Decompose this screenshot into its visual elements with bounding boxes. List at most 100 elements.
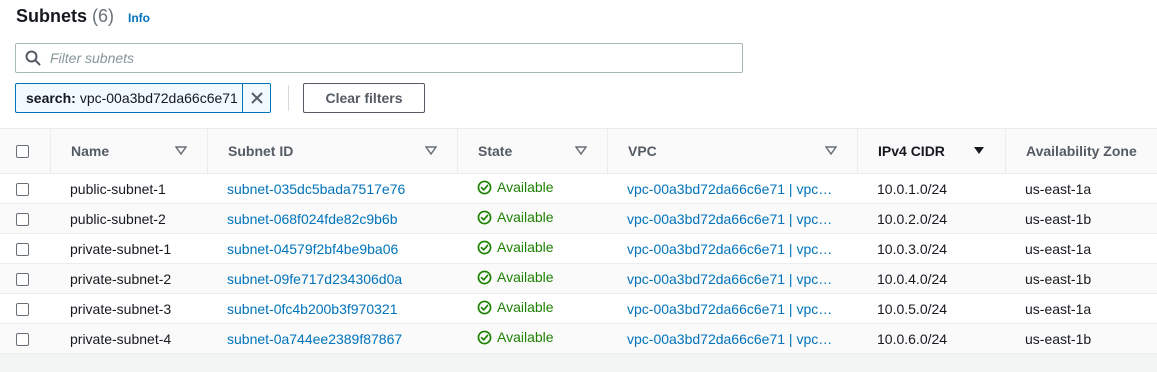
cell-availability-zone: us-east-1a: [1025, 180, 1092, 197]
check-circle-icon: [477, 300, 492, 315]
row-select-cell: [0, 264, 50, 294]
subnet-id-link[interactable]: subnet-09fe717d234306d0a: [227, 271, 402, 287]
subnets-table: Name Subnet ID State VPC IPv4 CIDR Avail…: [0, 128, 1157, 354]
status-label: Available: [497, 329, 554, 346]
column-label: Name: [71, 143, 110, 159]
filter-token-key: search:: [26, 90, 76, 106]
check-circle-icon: [477, 270, 492, 285]
remove-filter-button[interactable]: [242, 84, 270, 112]
check-circle-icon: [477, 210, 492, 225]
status-badge: Available: [477, 269, 554, 285]
filter-token-value: vpc-00a3bd72da66c6e71: [79, 90, 238, 106]
status-badge: Available: [477, 209, 554, 225]
status-badge: Available: [477, 179, 554, 195]
column-header-name[interactable]: Name: [50, 129, 207, 174]
table-row[interactable]: public-subnet-2 subnet-068f024fde82c9b6b A…: [0, 203, 1157, 234]
cell-name: public-subnet-1: [70, 180, 166, 197]
page-title: Subnets: [16, 6, 88, 26]
row-select-cell: [0, 294, 50, 324]
divider: [288, 85, 289, 111]
status-label: Available: [497, 209, 554, 226]
row-checkbox[interactable]: [16, 243, 29, 257]
column-header-ipv4-cidr[interactable]: IPv4 CIDR: [857, 129, 1005, 174]
cell-ipv4-cidr: 10.0.6.0/24: [877, 330, 948, 347]
page-header: Subnets (6) Info: [16, 6, 150, 27]
subnet-id-link[interactable]: subnet-0a744ee2389f87867: [227, 331, 402, 347]
filter-token: search: vpc-00a3bd72da66c6e71: [15, 83, 271, 113]
status-badge: Available: [477, 239, 554, 255]
select-all-header: [0, 129, 50, 174]
table-row[interactable]: private-subnet-1 subnet-04579f2bf4be9ba06…: [0, 234, 1157, 264]
column-header-availability-zone[interactable]: Availability Zone: [1005, 129, 1157, 174]
vpc-link[interactable]: vpc-00a3bd72da66c6e71 | vpc…: [627, 331, 832, 347]
table-row[interactable]: private-subnet-4 subnet-0a744ee2389f87867…: [0, 323, 1157, 354]
subnet-id-link[interactable]: subnet-04579f2bf4be9ba06: [227, 241, 398, 257]
row-checkbox[interactable]: [16, 303, 29, 317]
table-row[interactable]: private-subnet-2 subnet-09fe717d234306d0a…: [0, 263, 1157, 294]
cell-availability-zone: us-east-1b: [1025, 330, 1092, 347]
row-select-cell: [0, 204, 50, 234]
row-checkbox[interactable]: [16, 333, 29, 347]
row-select-cell: [0, 234, 50, 264]
column-label: VPC: [628, 143, 657, 159]
row-checkbox[interactable]: [16, 183, 29, 197]
status-label: Available: [497, 179, 554, 196]
cell-name: private-subnet-2: [70, 270, 172, 287]
column-label: Availability Zone: [1026, 143, 1137, 159]
cell-name: private-subnet-1: [70, 240, 172, 257]
vpc-link[interactable]: vpc-00a3bd72da66c6e71 | vpc…: [627, 211, 832, 227]
row-checkbox[interactable]: [16, 213, 29, 227]
vpc-link[interactable]: vpc-00a3bd72da66c6e71 | vpc…: [627, 241, 832, 257]
cell-ipv4-cidr: 10.0.5.0/24: [877, 300, 948, 317]
status-badge: Available: [477, 299, 554, 315]
subnet-id-link[interactable]: subnet-0fc4b200b3f970321: [227, 301, 397, 317]
cell-availability-zone: us-east-1a: [1025, 240, 1092, 257]
check-circle-icon: [477, 240, 492, 255]
subnet-id-link[interactable]: subnet-035dc5bada7517e76: [227, 181, 405, 197]
status-badge: Available: [477, 329, 554, 345]
column-header-subnet-id[interactable]: Subnet ID: [207, 129, 457, 174]
column-header-state[interactable]: State: [457, 129, 607, 174]
status-label: Available: [497, 239, 554, 256]
vpc-link[interactable]: vpc-00a3bd72da66c6e71 | vpc…: [627, 181, 832, 197]
cell-ipv4-cidr: 10.0.4.0/24: [877, 270, 948, 287]
cell-name: private-subnet-4: [70, 330, 172, 347]
table-row[interactable]: public-subnet-1 subnet-035dc5bada7517e76 A…: [0, 174, 1157, 204]
status-label: Available: [497, 299, 554, 316]
column-header-vpc[interactable]: VPC: [607, 129, 857, 174]
filter-caret-icon[interactable]: [425, 146, 437, 156]
column-label: Subnet ID: [228, 143, 294, 159]
filter-caret-icon[interactable]: [825, 146, 837, 156]
check-circle-icon: [477, 330, 492, 345]
table-row[interactable]: private-subnet-3 subnet-0fc4b200b3f970321…: [0, 294, 1157, 324]
row-checkbox[interactable]: [16, 273, 29, 287]
column-label: IPv4 CIDR: [878, 143, 945, 159]
column-label: State: [478, 143, 513, 159]
cell-name: public-subnet-2: [70, 210, 166, 227]
cell-ipv4-cidr: 10.0.1.0/24: [877, 180, 948, 197]
subnets-table-container: Name Subnet ID State VPC IPv4 CIDR Avail…: [0, 128, 1157, 372]
subnet-id-link[interactable]: subnet-068f024fde82c9b6b: [227, 211, 397, 227]
clear-filters-button[interactable]: Clear filters: [303, 83, 425, 113]
cell-availability-zone: us-east-1a: [1025, 300, 1092, 317]
table-header-row: Name Subnet ID State VPC IPv4 CIDR Avail…: [0, 128, 1157, 174]
close-icon: [250, 92, 263, 104]
vpc-link[interactable]: vpc-00a3bd72da66c6e71 | vpc…: [627, 271, 832, 287]
cell-name: private-subnet-3: [70, 300, 172, 317]
cell-ipv4-cidr: 10.0.2.0/24: [877, 210, 948, 227]
subnet-count: (6): [92, 6, 115, 26]
sort-descending-icon[interactable]: [973, 146, 985, 156]
cell-availability-zone: us-east-1b: [1025, 210, 1092, 227]
cell-ipv4-cidr: 10.0.3.0/24: [877, 240, 948, 257]
vpc-link[interactable]: vpc-00a3bd72da66c6e71 | vpc…: [627, 301, 832, 317]
select-all-checkbox[interactable]: [16, 144, 29, 158]
check-circle-icon: [477, 180, 492, 195]
cell-availability-zone: us-east-1b: [1025, 270, 1092, 287]
filter-subnets-input[interactable]: [50, 45, 742, 71]
filter-caret-icon[interactable]: [175, 146, 187, 156]
info-link[interactable]: Info: [128, 11, 150, 25]
filter-search-box[interactable]: [15, 43, 743, 73]
search-icon: [16, 44, 50, 72]
row-select-cell: [0, 324, 50, 354]
filter-caret-icon[interactable]: [575, 146, 587, 156]
